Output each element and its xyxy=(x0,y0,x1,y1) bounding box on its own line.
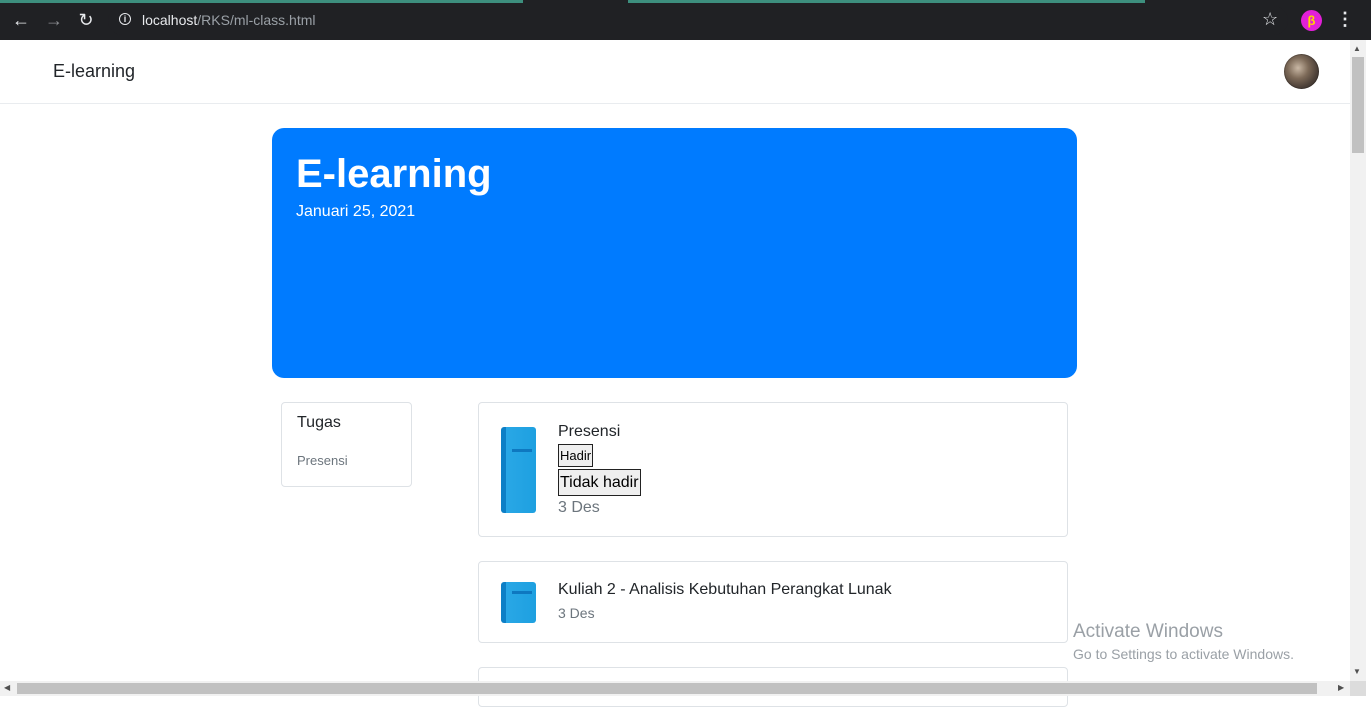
forward-icon[interactable]: → xyxy=(44,10,64,30)
activate-windows-title: Activate Windows xyxy=(1073,621,1223,642)
tasks-card-title: Tugas xyxy=(297,414,341,431)
post-date: 3 Des xyxy=(558,499,600,516)
hadir-button[interactable]: Hadir xyxy=(558,444,594,467)
tab-strip-gap xyxy=(1145,0,1371,3)
url-text[interactable]: localhost/RKS/ml-class.html xyxy=(142,12,316,28)
brand-link[interactable]: E-learning xyxy=(53,61,135,82)
browser-menu-icon[interactable]: ⋮ xyxy=(1336,9,1354,30)
post-date: 3 Des xyxy=(558,605,595,621)
bookmark-star-icon[interactable]: ☆ xyxy=(1262,9,1278,30)
class-title: E-learning xyxy=(296,152,492,196)
book-icon xyxy=(501,427,536,513)
page-navbar: E-learning xyxy=(0,40,1350,104)
class-date: Januari 25, 2021 xyxy=(296,203,416,220)
tab-strip-gap xyxy=(523,0,628,3)
activate-windows-subtitle: Go to Settings to activate Windows. xyxy=(1073,646,1294,662)
reload-icon[interactable]: ↻ xyxy=(76,10,96,30)
horizontal-scroll-thumb[interactable] xyxy=(17,683,1317,694)
extension-icon[interactable]: β xyxy=(1301,10,1322,31)
back-icon[interactable]: ← xyxy=(11,10,31,30)
tasks-card: Tugas Presensi xyxy=(281,402,412,487)
post-card[interactable]: Presensi Hadir Tidak hadir 3 Des xyxy=(478,402,1068,537)
site-info-icon[interactable]: i xyxy=(119,13,131,25)
vertical-scroll-thumb[interactable] xyxy=(1352,57,1364,153)
user-avatar[interactable] xyxy=(1284,54,1319,89)
post-title[interactable]: Kuliah 2 - Analisis Kebutuhan Perangkat … xyxy=(558,581,892,599)
tidak-hadir-button[interactable]: Tidak hadir xyxy=(558,469,641,496)
scrollbar-corner xyxy=(1350,681,1366,696)
post-title[interactable]: Presensi xyxy=(558,423,620,441)
scroll-right-arrow-icon[interactable]: ▶ xyxy=(1338,683,1344,692)
scroll-left-arrow-icon[interactable]: ◀ xyxy=(4,683,10,692)
scroll-up-arrow-icon[interactable]: ▲ xyxy=(1353,44,1361,53)
scroll-down-arrow-icon[interactable]: ▼ xyxy=(1353,667,1361,676)
post-card[interactable]: Kuliah 2 - Analisis Kebutuhan Perangkat … xyxy=(478,561,1068,643)
book-icon xyxy=(501,582,536,623)
class-banner: E-learning Januari 25, 2021 xyxy=(272,128,1077,378)
tasks-item-presensi[interactable]: Presensi xyxy=(297,453,348,468)
